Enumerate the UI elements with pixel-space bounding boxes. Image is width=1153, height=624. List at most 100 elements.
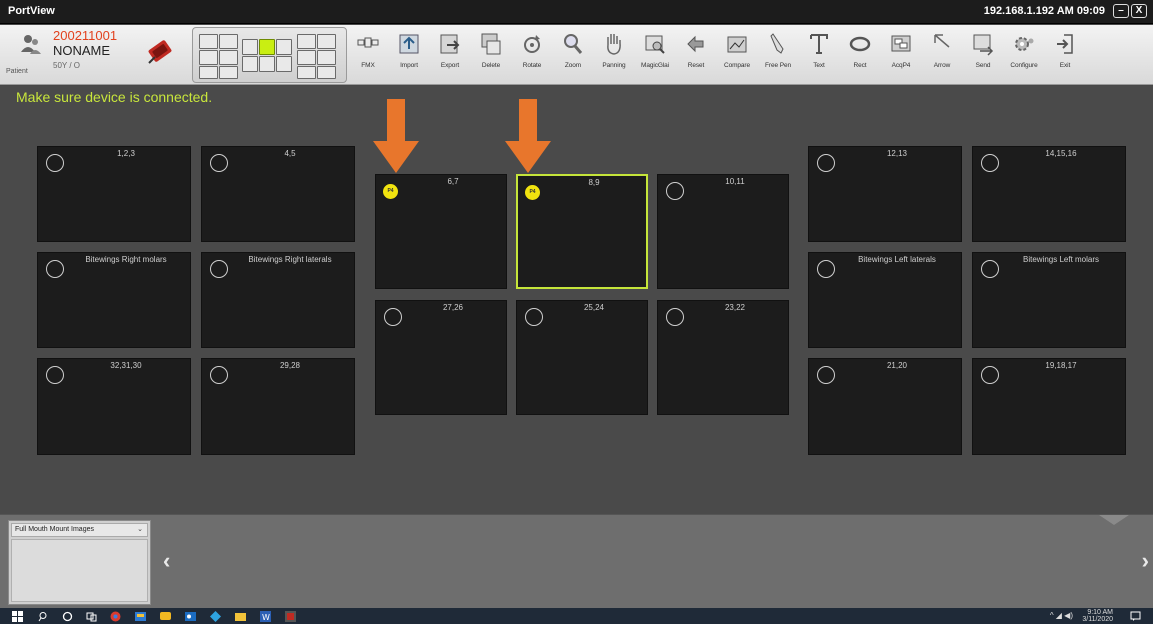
compare-icon bbox=[727, 36, 747, 53]
image-slot-29-28[interactable]: 29,28 bbox=[201, 358, 355, 455]
p4-badge: P4 bbox=[383, 184, 398, 199]
image-slot-19-18-17[interactable]: 19,18,17 bbox=[972, 358, 1126, 455]
collapse-tab[interactable] bbox=[1099, 515, 1129, 525]
layout-cell[interactable] bbox=[219, 66, 238, 79]
import-button[interactable]: Import bbox=[389, 31, 429, 81]
layout-cell[interactable] bbox=[297, 34, 316, 49]
windows-taskbar: W ^ ◢ ◀) 9:10 AM 3/11/2020 bbox=[0, 608, 1153, 624]
minimize-button[interactable]: – bbox=[1113, 4, 1129, 18]
image-slot-27-26[interactable]: 27,26 bbox=[375, 300, 507, 415]
portview-taskbar-icon[interactable] bbox=[285, 611, 296, 622]
exit-label: Exit bbox=[1059, 62, 1071, 69]
send-button[interactable]: Send bbox=[963, 31, 1003, 81]
zoom-button[interactable]: Zoom bbox=[553, 31, 593, 81]
image-slot-6-7[interactable]: P4 6,7 bbox=[375, 174, 507, 289]
panning-button[interactable]: Panning bbox=[594, 31, 634, 81]
chat-icon[interactable] bbox=[160, 611, 171, 622]
next-button[interactable]: › bbox=[1142, 548, 1149, 574]
image-slot-bitewings-right-laterals[interactable]: Bitewings Right laterals bbox=[201, 252, 355, 348]
taskbar-clock[interactable]: 9:10 AM 3/11/2020 bbox=[1082, 609, 1113, 623]
mount-thumbnail-area[interactable] bbox=[11, 539, 148, 602]
patient-icon[interactable] bbox=[20, 32, 42, 56]
image-slot-bitewings-left-laterals[interactable]: Bitewings Left laterals bbox=[808, 252, 962, 348]
cortana-icon[interactable] bbox=[62, 611, 73, 622]
word-icon[interactable]: W bbox=[260, 611, 271, 622]
taskbar-date: 3/11/2020 bbox=[1082, 616, 1113, 623]
delete-button[interactable]: Delete bbox=[471, 31, 511, 81]
search-icon[interactable] bbox=[38, 611, 49, 622]
outlook-icon[interactable] bbox=[185, 611, 196, 622]
rect-button[interactable]: Rect bbox=[840, 31, 880, 81]
layout-cell[interactable] bbox=[317, 66, 336, 79]
reset-button[interactable]: Reset bbox=[676, 31, 716, 81]
slot-label: Bitewings Left laterals bbox=[858, 255, 936, 264]
reset-icon bbox=[687, 35, 704, 53]
layout-cell-active[interactable] bbox=[259, 39, 275, 55]
slot-label: 19,18,17 bbox=[1045, 361, 1077, 370]
rotate-icon bbox=[524, 35, 540, 53]
notifications-icon[interactable] bbox=[1130, 611, 1141, 622]
slot-label: 21,20 bbox=[886, 361, 908, 370]
free-pen-button[interactable]: Free Pen bbox=[758, 31, 798, 81]
file-explorer-icon[interactable] bbox=[235, 611, 246, 622]
mount-type-dropdown[interactable]: Full Mouth Mount Images ⌄ bbox=[11, 523, 148, 537]
layout-cell[interactable] bbox=[242, 56, 258, 72]
system-tray-icons[interactable]: ^ ◢ ◀) bbox=[1050, 611, 1073, 620]
layout-cell[interactable] bbox=[276, 39, 292, 55]
slot-label: 4,5 bbox=[284, 149, 296, 158]
previous-button[interactable]: ‹ bbox=[163, 548, 170, 574]
layout-cell[interactable] bbox=[199, 34, 218, 49]
exit-button[interactable]: Exit bbox=[1045, 31, 1085, 81]
slot-label: Bitewings Left molars bbox=[1022, 255, 1100, 264]
image-slot-14-15-16[interactable]: 14,15,16 bbox=[972, 146, 1126, 242]
compare-button[interactable]: Compare bbox=[717, 31, 757, 81]
rect-label: Rect bbox=[853, 62, 867, 69]
fmx-button[interactable]: FMX bbox=[348, 31, 388, 81]
export-icon bbox=[440, 34, 460, 54]
image-slot-32-31-30[interactable]: 32,31,30 bbox=[37, 358, 191, 455]
fmx-layout-selector[interactable] bbox=[192, 27, 347, 83]
layout-cell[interactable] bbox=[276, 56, 292, 72]
chrome-icon[interactable] bbox=[110, 611, 121, 622]
close-button[interactable]: X bbox=[1131, 4, 1147, 18]
export-label: Export bbox=[440, 62, 460, 69]
layout-cell[interactable] bbox=[219, 34, 238, 49]
image-slot-bitewings-left-molars[interactable]: Bitewings Left molars bbox=[972, 252, 1126, 348]
layout-cell[interactable] bbox=[259, 56, 275, 72]
acqp4-button[interactable]: AcqP4 bbox=[881, 31, 921, 81]
image-slot-23-22[interactable]: 23,22 bbox=[657, 300, 789, 415]
slot-label: 25,24 bbox=[583, 303, 605, 312]
app-icon[interactable] bbox=[135, 611, 146, 622]
import-label: Import bbox=[400, 62, 418, 69]
task-view-icon[interactable] bbox=[86, 611, 97, 622]
image-slot-12-13[interactable]: 12,13 bbox=[808, 146, 962, 242]
layout-cell[interactable] bbox=[242, 39, 258, 55]
slot-label: 27,26 bbox=[442, 303, 464, 312]
image-slot-8-9-selected[interactable]: P4 8,9 bbox=[516, 174, 648, 289]
layout-cell[interactable] bbox=[219, 50, 238, 65]
layout-cell[interactable] bbox=[297, 66, 316, 79]
configure-button[interactable]: Configure bbox=[1004, 31, 1044, 81]
layout-cell[interactable] bbox=[317, 34, 336, 49]
svg-text:W: W bbox=[262, 613, 270, 622]
image-slot-10-11[interactable]: 10,11 bbox=[657, 174, 789, 289]
layout-cell[interactable] bbox=[199, 50, 218, 65]
image-slot-bitewings-right-molars[interactable]: Bitewings Right molars bbox=[37, 252, 191, 348]
layout-cell[interactable] bbox=[297, 50, 316, 65]
magic-glass-button[interactable]: MagicGlai bbox=[635, 31, 675, 81]
layout-cell[interactable] bbox=[317, 50, 336, 65]
status-message: Make sure device is connected. bbox=[16, 89, 213, 105]
text-button[interactable]: Text bbox=[799, 31, 839, 81]
windows-start-icon[interactable] bbox=[12, 611, 23, 622]
arrow-label: Arrow bbox=[933, 62, 951, 69]
layout-cell[interactable] bbox=[199, 66, 218, 79]
app-icon[interactable] bbox=[210, 611, 221, 622]
export-button[interactable]: Export bbox=[430, 31, 470, 81]
arrow-button[interactable]: Arrow bbox=[922, 31, 962, 81]
image-slot-25-24[interactable]: 25,24 bbox=[516, 300, 648, 415]
image-slot-1-2-3[interactable]: 1,2,3 bbox=[37, 146, 191, 242]
image-slot-21-20[interactable]: 21,20 bbox=[808, 358, 962, 455]
patient-id: 200211001 bbox=[53, 28, 118, 43]
image-slot-4-5[interactable]: 4,5 bbox=[201, 146, 355, 242]
rotate-button[interactable]: Rotate bbox=[512, 31, 552, 81]
